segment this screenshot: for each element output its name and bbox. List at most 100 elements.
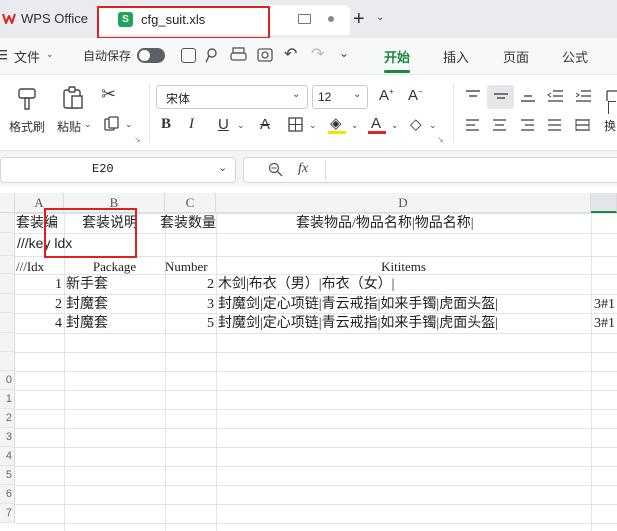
justify-icon[interactable] — [547, 119, 562, 132]
italic-icon[interactable]: I — [189, 116, 194, 133]
clipboard-dialog-icon[interactable]: ↘ — [134, 135, 141, 144]
font-color-chevron-icon[interactable]: ⌄ — [391, 120, 399, 131]
row-header[interactable]: 1 — [0, 390, 15, 409]
row-header[interactable] — [0, 294, 15, 313]
align-middle-icon[interactable] — [493, 90, 509, 104]
zoom-search-icon[interactable] — [268, 162, 283, 177]
cell-d3[interactable]: Kititems — [216, 257, 591, 276]
hamburger-menu-icon[interactable] — [0, 49, 10, 61]
paste-icon[interactable] — [62, 86, 84, 110]
cell-d4[interactable]: 木剑|布衣（男）|布衣（女）| — [218, 275, 590, 294]
print-preview-icon[interactable] — [257, 47, 273, 63]
unsaved-dot-icon[interactable] — [328, 16, 334, 22]
row-header[interactable]: 5 — [0, 466, 15, 485]
paste-chevron-icon[interactable]: ⌄ — [84, 119, 92, 130]
font-dialog-icon[interactable]: ↘ — [437, 135, 444, 144]
font-color-icon[interactable]: A — [371, 115, 381, 132]
align-center-icon[interactable] — [492, 119, 507, 132]
cell-a6[interactable]: 4 — [15, 314, 62, 333]
app-name[interactable]: WPS Office — [21, 11, 88, 26]
name-box-chevron-icon[interactable]: ⌄ — [218, 161, 227, 174]
wrap-text-label[interactable]: 换 — [604, 117, 616, 134]
column-header-c[interactable]: C — [165, 193, 216, 213]
column-header-e[interactable] — [591, 193, 617, 213]
cell-d6[interactable]: 封魔剑|定心项链|青云戒指|如来手镯|虎面头盔| — [218, 314, 590, 333]
cell-e5[interactable]: 3#1 — [594, 295, 617, 314]
new-tab-plus-icon[interactable]: + — [353, 8, 365, 31]
menu-file[interactable]: 文件 — [14, 47, 40, 66]
cell-c1[interactable]: 套装数量 — [160, 214, 216, 233]
strikethrough-icon[interactable]: A — [260, 116, 270, 133]
copy-icon[interactable] — [104, 116, 120, 132]
tab-page[interactable]: 页面 — [503, 47, 529, 66]
increase-indent-icon[interactable] — [575, 89, 592, 103]
undo-icon[interactable]: ↶ — [284, 44, 297, 64]
align-right-icon[interactable] — [520, 119, 535, 132]
align-left-icon[interactable] — [465, 119, 480, 132]
tab-list-chevron-icon[interactable]: ⌄ — [376, 12, 384, 23]
row-header[interactable] — [0, 352, 15, 371]
distributed-align-icon[interactable] — [575, 119, 590, 132]
row-header[interactable] — [0, 313, 15, 333]
align-bottom-icon[interactable] — [520, 89, 536, 103]
cell-e6[interactable]: 3#1 — [594, 314, 617, 333]
cell-c6[interactable]: 5 — [165, 314, 214, 333]
clear-format-icon[interactable]: ◇ — [410, 115, 422, 133]
cell-b6[interactable]: 封魔套 — [66, 314, 164, 333]
align-top-icon[interactable] — [465, 89, 481, 103]
fill-color-icon[interactable]: ◈ — [330, 114, 342, 132]
row-header[interactable] — [0, 274, 15, 294]
copy-chevron-icon[interactable]: ⌄ — [125, 119, 133, 130]
cell-b4[interactable]: 新手套 — [66, 275, 164, 294]
name-box[interactable] — [0, 157, 236, 183]
paste-label[interactable]: 粘贴 — [57, 118, 81, 135]
cell-c5[interactable]: 3 — [165, 295, 214, 314]
underline-icon[interactable]: U — [218, 116, 229, 133]
row-header[interactable] — [0, 233, 15, 256]
cell-d1[interactable]: 套装物品/物品名称|物品名称| — [296, 214, 591, 233]
cell-c4[interactable]: 2 — [165, 275, 214, 294]
bold-icon[interactable]: B — [161, 116, 171, 133]
share-icon[interactable] — [204, 47, 220, 63]
cell-c3[interactable]: Number — [165, 257, 216, 276]
file-chevron-icon[interactable]: ⌄ — [46, 49, 54, 60]
borders-icon[interactable] — [288, 117, 303, 132]
row-header[interactable]: 3 — [0, 428, 15, 447]
cell-a4[interactable]: 1 — [15, 275, 62, 294]
quick-access-chevron-icon[interactable]: ⌄ — [339, 46, 349, 60]
screen-icon[interactable] — [298, 14, 311, 24]
row-header[interactable] — [0, 213, 15, 233]
format-painter-label[interactable]: 格式刷 — [9, 118, 45, 135]
increase-font-icon[interactable]: A+ — [379, 87, 394, 104]
fill-color-chevron-icon[interactable]: ⌄ — [351, 120, 359, 131]
wrap-text-icon[interactable] — [608, 101, 616, 114]
font-name-chevron-icon[interactable]: ⌄ — [292, 89, 300, 100]
cut-icon[interactable]: ✂ — [101, 84, 116, 105]
row-header[interactable] — [0, 333, 15, 352]
row-header[interactable]: 2 — [0, 409, 15, 428]
decrease-font-icon[interactable]: A− — [408, 87, 423, 104]
row-header[interactable]: 7 — [0, 504, 15, 523]
cell-b5[interactable]: 封魔套 — [66, 295, 164, 314]
column-header-d[interactable]: D — [216, 193, 591, 213]
row-header[interactable]: 0 — [0, 371, 15, 390]
row-header[interactable] — [0, 256, 15, 274]
decrease-indent-icon[interactable] — [547, 89, 564, 103]
redo-icon[interactable]: ↷ — [311, 44, 324, 64]
tab-formula[interactable]: 公式 — [562, 47, 588, 66]
cell-a5[interactable]: 2 — [15, 295, 62, 314]
clear-format-chevron-icon[interactable]: ⌄ — [429, 120, 437, 131]
fx-icon[interactable]: fx — [298, 161, 308, 177]
tab-insert[interactable]: 插入 — [443, 47, 469, 66]
print-icon[interactable] — [230, 47, 247, 63]
font-size-chevron-icon[interactable]: ⌄ — [353, 89, 361, 100]
tab-home[interactable]: 开始 — [384, 47, 410, 66]
row-header[interactable]: 4 — [0, 447, 15, 466]
format-painter-icon[interactable] — [16, 87, 38, 111]
select-all-corner[interactable] — [0, 193, 15, 213]
borders-chevron-icon[interactable]: ⌄ — [309, 120, 317, 131]
cell-a3[interactable]: ///Idx — [16, 257, 64, 276]
cell-b3[interactable]: Package — [64, 257, 165, 276]
save-icon[interactable] — [181, 48, 196, 63]
row-header[interactable]: 6 — [0, 485, 15, 504]
